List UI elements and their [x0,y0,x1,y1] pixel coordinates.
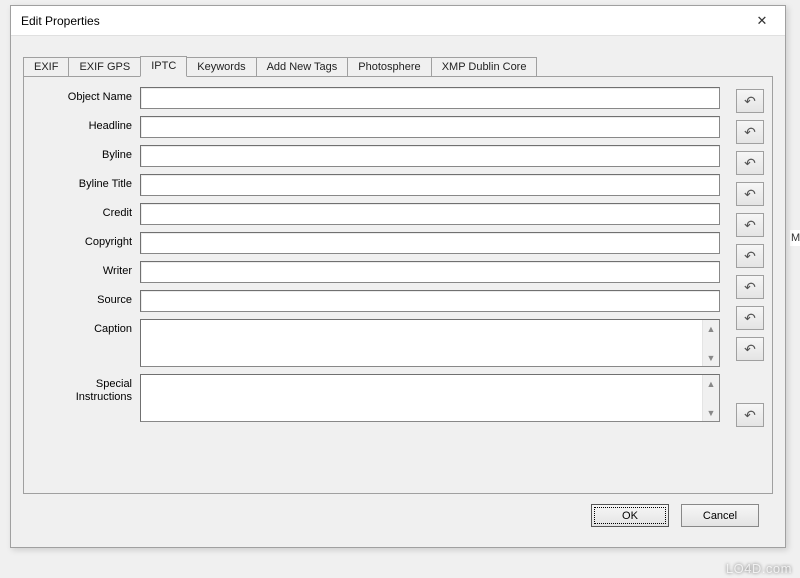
field-row-headline: Headline [32,116,720,138]
tab-add-new-tags[interactable]: Add New Tags [256,57,349,76]
label-writer: Writer [32,261,140,278]
edit-properties-dialog: Edit Properties ✕ EXIF EXIF GPS IPTC Key… [10,5,786,548]
watermark: LO4D.com [726,561,792,576]
ok-button[interactable]: OK [591,504,669,527]
undo-icon: ↶ [744,310,756,327]
textarea-special-instructions[interactable] [141,375,702,421]
label-caption: Caption [32,319,140,336]
label-source: Source [32,290,140,307]
tab-keywords[interactable]: Keywords [186,57,256,76]
undo-icon: ↶ [744,217,756,234]
undo-button-headline[interactable]: ↶ [736,120,764,144]
undo-button-byline-title[interactable]: ↶ [736,182,764,206]
titlebar: Edit Properties ✕ [11,6,785,36]
fields-column: Object Name Headline Byline Byline Title [32,87,720,429]
input-writer[interactable] [140,261,720,283]
undo-button-credit[interactable]: ↶ [736,213,764,237]
label-special-instructions: Special Instructions [32,374,140,404]
window-title: Edit Properties [21,14,100,28]
undo-column: ↶ ↶ ↶ ↶ ↶ ↶ ↶ ↶ ↶ ↶ [728,87,764,429]
undo-button-byline[interactable]: ↶ [736,151,764,175]
undo-icon: ↶ [744,124,756,141]
field-row-credit: Credit [32,203,720,225]
undo-button-copyright[interactable]: ↶ [736,244,764,268]
textarea-caption[interactable] [141,320,702,366]
tab-strip: EXIF EXIF GPS IPTC Keywords Add New Tags… [23,54,773,76]
input-source[interactable] [140,290,720,312]
input-byline[interactable] [140,145,720,167]
tab-xmp-dublin-core[interactable]: XMP Dublin Core [431,57,538,76]
scroll-down-icon[interactable]: ▼ [703,404,719,421]
tab-exif-gps[interactable]: EXIF GPS [68,57,141,76]
field-row-object-name: Object Name [32,87,720,109]
textarea-wrap-special-instructions: ▲ ▼ [140,374,720,422]
close-icon: ✕ [757,13,768,29]
input-credit[interactable] [140,203,720,225]
textarea-wrap-caption: ▲ ▼ [140,319,720,367]
field-row-byline: Byline [32,145,720,167]
label-copyright: Copyright [32,232,140,249]
input-byline-title[interactable] [140,174,720,196]
scroll-up-icon[interactable]: ▲ [703,320,719,337]
undo-button-caption[interactable]: ↶ [736,337,764,361]
undo-icon: ↶ [744,279,756,296]
dialog-content: EXIF EXIF GPS IPTC Keywords Add New Tags… [11,36,785,535]
field-row-source: Source [32,290,720,312]
scroll-down-icon[interactable]: ▼ [703,349,719,366]
undo-button-writer[interactable]: ↶ [736,275,764,299]
label-byline-title: Byline Title [32,174,140,191]
undo-icon: ↶ [744,248,756,265]
scrollbar-special-instructions: ▲ ▼ [702,375,719,421]
close-button[interactable]: ✕ [747,10,777,32]
tab-panel-iptc: Object Name Headline Byline Byline Title [23,76,773,494]
input-copyright[interactable] [140,232,720,254]
input-object-name[interactable] [140,87,720,109]
tab-exif[interactable]: EXIF [23,57,69,76]
undo-button-object-name[interactable]: ↶ [736,89,764,113]
field-row-writer: Writer [32,261,720,283]
input-headline[interactable] [140,116,720,138]
undo-icon: ↶ [744,407,756,424]
label-byline: Byline [32,145,140,162]
background-fragment: M [790,230,800,246]
scrollbar-caption: ▲ ▼ [702,320,719,366]
field-row-copyright: Copyright [32,232,720,254]
undo-icon: ↶ [744,155,756,172]
field-row-byline-title: Byline Title [32,174,720,196]
scroll-up-icon[interactable]: ▲ [703,375,719,392]
label-object-name: Object Name [32,87,140,104]
undo-icon: ↶ [744,186,756,203]
field-row-special-instructions: Special Instructions ▲ ▼ [32,374,720,422]
tab-iptc[interactable]: IPTC [140,56,187,77]
label-credit: Credit [32,203,140,220]
undo-button-special-instructions[interactable]: ↶ [736,403,764,427]
form-body: Object Name Headline Byline Byline Title [32,87,764,429]
undo-button-source[interactable]: ↶ [736,306,764,330]
tab-photosphere[interactable]: Photosphere [347,57,431,76]
undo-icon: ↶ [744,341,756,358]
field-row-caption: Caption ▲ ▼ [32,319,720,367]
cancel-button[interactable]: Cancel [681,504,759,527]
label-headline: Headline [32,116,140,133]
dialog-button-row: OK Cancel [23,494,773,527]
undo-icon: ↶ [744,93,756,110]
